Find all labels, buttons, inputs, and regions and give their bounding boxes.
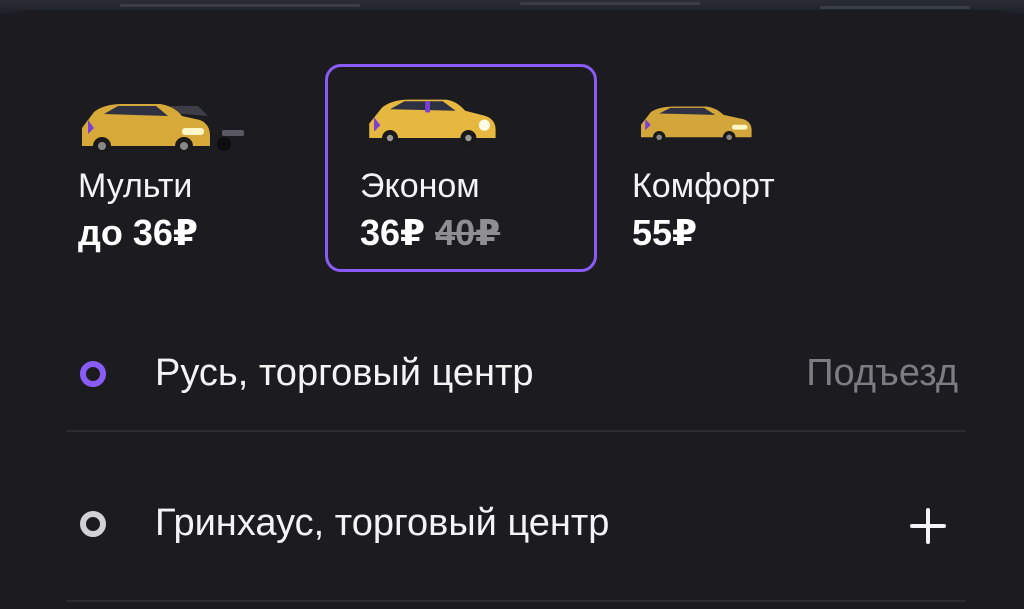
map-road <box>520 2 700 5</box>
tariff-name: Эконом <box>360 167 480 205</box>
route-divider <box>66 600 966 602</box>
route-origin-row[interactable]: Русь, торговый центр Подъезд <box>0 336 1024 416</box>
comfort-car-icon <box>641 106 752 144</box>
origin-dot-icon <box>80 361 106 387</box>
order-sheet: Мульти до 36₽ Эконом 36₽ 40₽ Комфорт 55₽… <box>0 10 1024 609</box>
map-road <box>120 4 360 7</box>
tariff-name: Комфорт <box>632 167 775 205</box>
tariff-price: до 36₽ <box>78 212 198 253</box>
tariff-price-row: 36₽ 40₽ <box>360 212 500 254</box>
multi-cars-icon <box>82 104 248 152</box>
tariff-card-economy[interactable]: Эконом 36₽ 40₽ <box>325 64 597 272</box>
tariff-card-multi[interactable]: Мульти до 36₽ <box>64 64 336 272</box>
destination-dot-icon <box>80 511 106 537</box>
tariff-card-comfort[interactable]: Комфорт 55₽ <box>618 64 890 272</box>
tariff-price: 55₽ <box>632 212 698 253</box>
origin-address[interactable]: Русь, торговый центр <box>155 352 534 395</box>
tariff-old-price: 40₽ <box>435 212 501 253</box>
plus-icon[interactable] <box>910 508 946 544</box>
tariff-name: Мульти <box>78 167 193 205</box>
entrance-button[interactable]: Подъезд <box>806 352 958 395</box>
economy-car-icon <box>369 99 496 146</box>
route-divider <box>66 430 966 432</box>
destination-address[interactable]: Гринхаус, торговый центр <box>155 502 609 545</box>
route-destination-row[interactable]: Гринхаус, торговый центр <box>0 486 1024 566</box>
taxi-order-screen: Мульти до 36₽ Эконом 36₽ 40₽ Комфорт 55₽… <box>0 0 1024 609</box>
tariff-price: 36₽ <box>360 212 426 253</box>
map-road <box>820 6 970 9</box>
